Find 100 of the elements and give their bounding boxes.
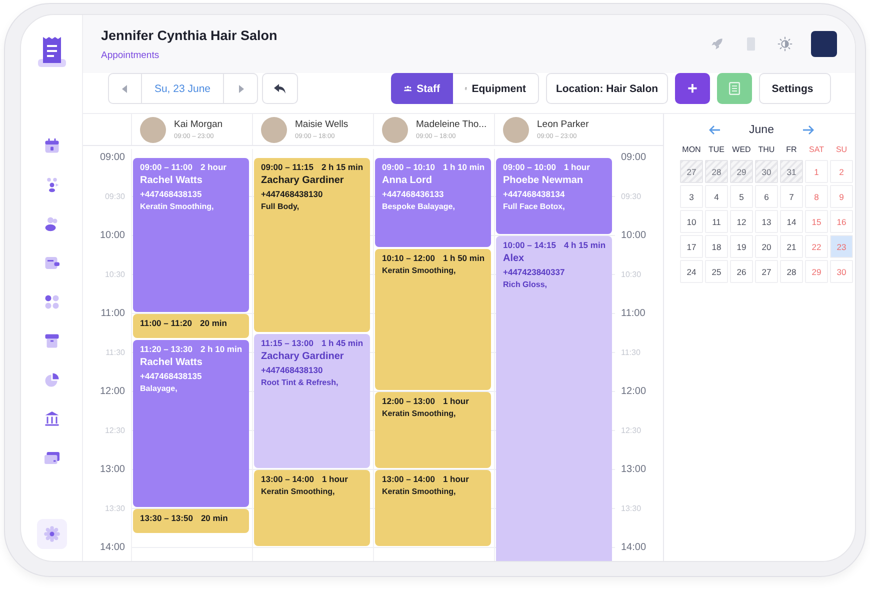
calendar-day[interactable]: 10 [680, 210, 703, 233]
time-label: 14:00 [621, 542, 646, 553]
staff-name: Kai Morgan [174, 119, 223, 130]
time-label: 14:00 [100, 542, 125, 553]
calendar-day[interactable]: 24 [680, 260, 703, 283]
service-name: Rich Gloss, [503, 280, 548, 289]
calendar-day[interactable]: 5 [730, 185, 753, 208]
time-label: 09:00 [621, 152, 646, 163]
brightness-icon[interactable] [777, 36, 793, 52]
appointment-time: 11:00 – 11:20 [140, 318, 192, 328]
appointment-duration: 20 min [200, 318, 227, 328]
location-selector[interactable]: Location: Hair Salon [546, 73, 668, 104]
calendar-day[interactable]: 31 [780, 160, 803, 183]
time-label: 10:30 [621, 270, 642, 279]
phone-number: +447468436133 [382, 189, 444, 199]
appointment-duration: 1 hour [442, 474, 469, 484]
arrow-right-icon [802, 125, 814, 135]
time-label: 11:00 [100, 308, 125, 319]
calendar-day[interactable]: 19 [730, 235, 753, 258]
photo-placeholder [382, 116, 408, 142]
weekday-label: WED [731, 145, 752, 154]
calendar-day[interactable]: 28 [705, 160, 728, 183]
calendar-day[interactable]: 13 [755, 210, 778, 233]
calendar-day[interactable]: 28 [780, 260, 803, 283]
time-label: 13:30 [104, 504, 125, 513]
client-name: Alex [503, 253, 524, 264]
time-label: 10:30 [104, 270, 125, 279]
calendar-day[interactable]: 27 [755, 260, 778, 283]
calendar-day[interactable]: 4 [705, 185, 728, 208]
caret-left-icon [122, 84, 128, 92]
calendar-day[interactable]: 14 [780, 210, 803, 233]
service-name: Keratin Smoothing, [261, 487, 335, 496]
calendar-day[interactable]: 26 [730, 260, 753, 283]
service-name: Keratin Smoothing, [382, 409, 456, 418]
receipt-logo-icon [38, 35, 66, 69]
appointment-card[interactable]: 09:00 – 11:15 2 h 15 min Zachary Gardiner +447468438130 Full Body, [254, 158, 370, 332]
weekday-label: TUE [708, 145, 726, 154]
appointment-time: 12:00 – 13:00 [382, 396, 435, 406]
view-tab[interactable]: Equipment [453, 73, 539, 104]
add-button[interactable]: + [675, 73, 710, 104]
time-label: 10:00 [100, 230, 125, 241]
calendar-day[interactable]: 30 [755, 160, 778, 183]
view-tab[interactable]: Staff [391, 73, 453, 104]
appointment-time: 13:00 – 14:00 [261, 474, 314, 484]
client-name: Phoebe Newman [503, 175, 584, 186]
time-label: 11:30 [621, 348, 640, 357]
appointment-card[interactable]: 10:00 – 14:15 4 h 15 min Alex +447423840337 Rich Gloss, [496, 236, 612, 561]
appointment-duration: 1 h 10 min [442, 162, 485, 172]
service-name: Full Body, [261, 202, 300, 211]
photo-placeholder [140, 116, 166, 142]
appointment-card[interactable]: 10:10 – 12:00 1 h 50 min Keratin Smoothing, [375, 249, 491, 390]
calendar-day[interactable]: 7 [780, 185, 803, 208]
time-label: 09:30 [621, 192, 642, 201]
appointment-card[interactable]: 11:15 – 13:00 1 h 45 min Zachary Gardiner +447468438130 Root Tint & Refresh, [254, 334, 370, 468]
people-icon [404, 84, 412, 93]
appointment-card[interactable]: 13:00 – 14:00 1 hour Keratin Smoothing, [375, 470, 491, 546]
appointment-card[interactable]: 11:00 – 11:20 20 min [133, 314, 249, 338]
service-name: Root Tint & Refresh, [261, 378, 338, 386]
date-picker[interactable]: Su, 23 June [142, 73, 224, 104]
calendar-icon [42, 137, 60, 155]
user-avatar[interactable] [811, 31, 837, 57]
calendar-day[interactable]: 6 [755, 185, 778, 208]
weekday-label: SAT [808, 145, 825, 154]
appointment-duration: 4 h 15 min [564, 240, 606, 250]
undo-button[interactable] [262, 73, 298, 104]
dots-grid-icon [42, 293, 60, 311]
service-name: Keratin Smoothing, [140, 202, 214, 211]
calendar-day[interactable]: 27 [680, 160, 703, 183]
calendar-day[interactable]: 17 [680, 235, 703, 258]
time-label: 11:30 [106, 348, 125, 357]
appointment-card[interactable]: 12:00 – 13:00 1 hour Keratin Smoothing, [375, 392, 491, 468]
settings-dropdown[interactable]: Settings [759, 73, 831, 104]
calendar-day[interactable]: 18 [705, 235, 728, 258]
appointment-card[interactable]: 13:00 – 14:00 1 hour Keratin Smoothing, [254, 470, 370, 546]
calendar-day[interactable]: 29 [730, 160, 753, 183]
phone-number: +447423840337 [503, 267, 565, 277]
staff-name: Leon Parker [537, 119, 589, 130]
calendar-day[interactable]: 20 [755, 235, 778, 258]
calendar-day[interactable]: 25 [705, 260, 728, 283]
time-label: 09:30 [104, 192, 125, 201]
calendar-day[interactable]: 3 [680, 185, 703, 208]
appointment-card[interactable]: 13:30 – 13:50 20 min [133, 509, 249, 533]
calendar-day[interactable]: 11 [705, 210, 728, 233]
calendar-day[interactable]: 21 [780, 235, 803, 258]
appointment-time: 10:10 – 12:00 [382, 253, 435, 263]
staff-name: Madeleine Tho... [416, 119, 487, 130]
caret-right-icon [238, 84, 244, 92]
archive-icon [42, 332, 60, 350]
calendar-day[interactable]: 12 [730, 210, 753, 233]
previous-month-button[interactable] [709, 125, 722, 135]
appointment-duration: 2 hour [200, 162, 226, 172]
weekday-label: MON [681, 145, 702, 154]
staff-name: Maisie Wells [295, 119, 348, 130]
page-title: Jennifer Cynthia Hair Salon [101, 28, 278, 42]
bank-icon [42, 410, 60, 428]
breadcrumb-link[interactable]: Appointments [101, 50, 160, 60]
client-name: Anna Lord [382, 175, 432, 186]
weekday-label: FR [785, 145, 798, 154]
next-month-button[interactable] [802, 125, 814, 135]
photo-placeholder [261, 116, 287, 142]
